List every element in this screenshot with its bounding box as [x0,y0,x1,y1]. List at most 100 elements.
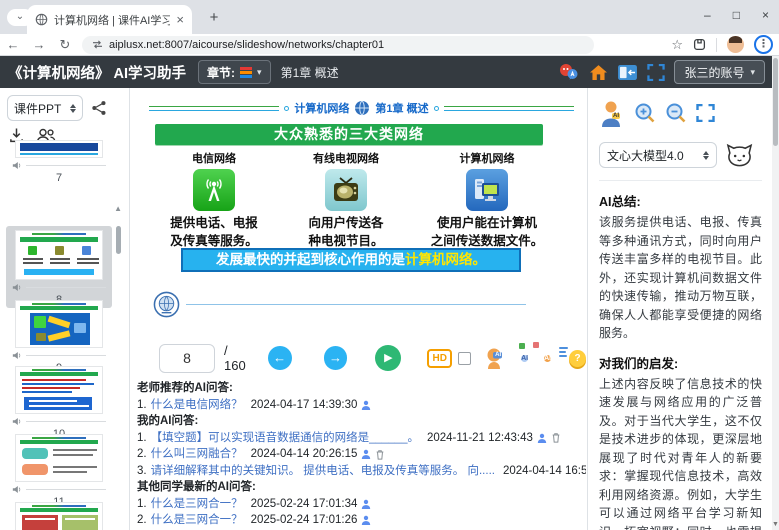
window-minimize-button[interactable]: – [704,8,711,22]
page-scrollbar[interactable]: ▼ [772,56,779,530]
zoom-out-icon[interactable] [665,102,687,124]
qa-timestamp: 2024-11-21 12:43:43 [427,430,533,447]
slide-course-label: 计算机网络 [294,100,349,116]
ai-chat-icon[interactable]: AI [544,349,551,368]
page-scrollbar-thumb[interactable] [773,58,778,146]
slide-header: 计算机网络 第1章 概述 [149,97,574,119]
slide-callout-banner: 发展最快的并起到核心作用的是计算机网络。 [181,248,521,272]
user-icon [361,449,371,459]
hint-bulb-icon[interactable]: ? [569,350,586,367]
profile-avatar[interactable] [727,36,744,53]
qa-question-link[interactable]: 什么是三网合一？ [151,512,243,529]
back-button[interactable]: ← [0,37,26,52]
chapter-button-label: 章节: [207,64,235,81]
speaker-icon [12,283,22,292]
window-close-button[interactable]: × [762,8,769,22]
deck-select[interactable]: 课件PPT [7,95,83,121]
globe-icon [354,100,370,116]
qa-timestamp: 2025-02-24 17:01:34 [251,496,358,513]
tv-icon [325,169,367,211]
slide-chapter-label: 第1章 概述 [375,100,428,116]
site-info-icon[interactable] [92,40,103,49]
sidebar-scrollbar-thumb[interactable] [116,226,121,254]
fullscreen-icon[interactable] [647,64,665,81]
user-icon [361,499,371,509]
user-icon [361,400,371,410]
ai-qa-icon[interactable]: AI [521,349,528,367]
account-menu-button[interactable]: 张三的账号 ▾ [674,60,765,84]
ai-insight-text: 上述内容反映了信息技术的快速发展与网络应用的广泛普及。对于当代大学生，这不仅是技… [599,375,762,530]
window-maximize-button[interactable]: □ [733,8,740,22]
slide-thumbnail-selected[interactable]: 8 [6,226,112,308]
ai-explain-icon[interactable]: AI [484,347,506,369]
slide-thumbnail[interactable]: 9 [10,300,108,374]
select-arrows-icon [703,151,709,160]
scroll-down-icon[interactable]: ▼ [772,521,779,528]
page-total-label: / 160 [224,343,253,373]
page-number-input[interactable] [159,344,215,373]
qa-question-link[interactable]: 什么是三网合一？ [151,496,243,513]
scroll-up-icon[interactable]: ▲ [114,204,122,213]
chapter-list-icon [240,67,252,78]
uibe-logo-icon [153,291,180,318]
qa-question-link[interactable]: 请详细解释其中的关键知识。 提供电话、电报及传真等服务。 向..... [151,463,495,480]
qa-question-link[interactable]: 什么是电信网络？ [151,397,243,414]
slide-thumbnail[interactable]: 7 [10,140,108,184]
slides-sidebar: 课件PPT ▲ 7 [0,88,130,530]
reload-button[interactable]: ↻ [52,37,78,53]
collapse-panel-icon[interactable] [617,64,638,81]
tab-close-icon[interactable]: × [176,13,184,26]
user-icon [537,433,547,443]
play-button[interactable]: ▶ [375,345,401,371]
browser-menu-icon[interactable]: ⋮ [754,35,773,54]
next-slide-button[interactable]: → [324,346,348,370]
new-tab-button[interactable]: + [204,8,224,28]
column-desc: 向用户传送各 种电视节目。 [308,215,383,250]
model-select[interactable]: 文心大模型4.0 [599,142,717,168]
ai-insight-heading: 对我们的启发: [599,353,762,372]
hd-toggle-button[interactable]: HD [427,349,452,368]
chapter-select-button[interactable]: 章节: ▾ [198,60,271,84]
site-favicon-icon [35,13,48,26]
ai-assistant-icon[interactable]: AI [599,100,625,127]
address-bar[interactable]: aiplusx.net:8007/aicourse/slideshow/netw… [82,36,594,54]
slide-thumbnail[interactable]: 12 [10,502,108,530]
select-arrows-icon [70,104,76,113]
slide-thumbnail[interactable]: 10 [10,366,108,440]
forward-button[interactable]: → [26,37,52,52]
bookmark-star-icon[interactable]: ☆ [671,37,683,53]
home-icon[interactable] [589,64,608,81]
slide-thumbnail[interactable]: 11 [10,434,108,508]
column-title: 有线电视网络 [313,150,379,166]
qa-question-link[interactable]: 什么叫三网融合？ [151,446,243,463]
ai-summary-text: 该服务提供电话、电报、传真等多种通讯方式，同时向用户传送丰富多样的电视节目。此外… [599,213,762,343]
speaker-icon [12,485,22,494]
qa-item: 2. 什么叫三网融合？ 2024-04-14 20:26:15 [137,446,586,463]
column-title: 电信网络 [192,150,236,166]
share-icon[interactable] [91,100,107,116]
user-icon [361,515,371,525]
player-controls: / 160 ← → ▶ HD AI AI AI ? [131,338,586,378]
qa-item: 1. 什么是三网合一？ 2025-02-24 17:01:34 [137,496,586,513]
qa-section-heading: 其他同学最新的AI问答: [137,479,586,496]
qa-item: 3. 请详细解释其中的关键知识。 提供电话、电报及传真等服务。 向..... 2… [137,463,586,480]
app-title: 《计算机网络》 AI学习助手 [8,62,186,83]
ai-summary-heading: AI总结: [599,191,762,210]
column-catv: 有线电视网络 向用户传送各 种电视节目。 [290,150,402,250]
voice-qa-icon[interactable] [558,63,580,81]
qa-item: 1. 什么是电信网络？ 2024-04-17 14:39:30 [137,397,586,414]
fullscreen-icon[interactable] [696,104,715,122]
qa-question-link[interactable]: 【填空题】可以实现语音数据通信的网络是______。 [151,430,419,447]
qa-section-heading: 我的AI问答: [137,413,586,430]
extensions-icon[interactable] [693,38,706,51]
hd-checkbox[interactable] [458,352,471,365]
chevron-down-icon: ▾ [750,67,755,78]
prev-slide-button[interactable]: ← [268,346,292,370]
column-desc: 使用户能在计算机 之间传送数据文件。 [431,215,544,250]
zoom-in-icon[interactable] [634,102,656,124]
url-text: aiplusx.net:8007/aicourse/slideshow/netw… [109,39,384,51]
cat-icon[interactable] [726,143,753,167]
browser-tab[interactable]: 计算机网络 | 课件AI学习助手 × [27,5,192,34]
delete-icon[interactable] [551,432,561,443]
delete-icon[interactable] [375,449,385,460]
